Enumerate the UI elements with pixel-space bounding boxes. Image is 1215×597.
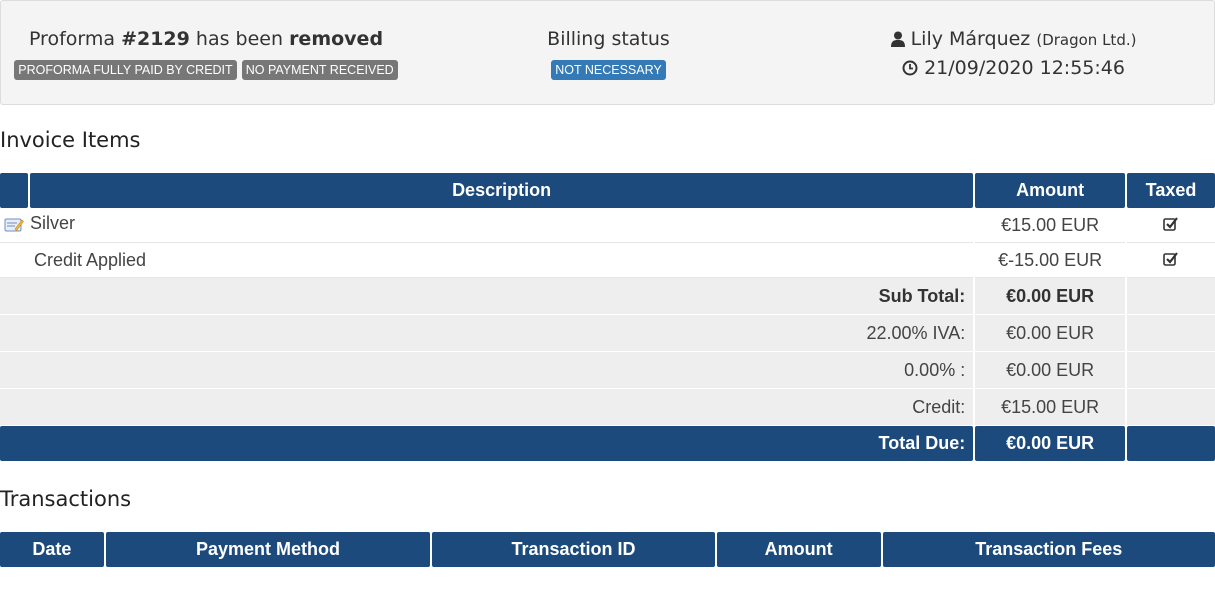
checkbox-checked-icon [1163,250,1179,271]
item-taxed [1127,208,1215,243]
col-header-description: Description [29,173,974,208]
total-due-label: Total Due: [0,426,974,461]
subtotal-row: Sub Total: €0.00 EUR [0,278,1215,315]
tax-zero-label: 0.00% : [0,352,974,389]
transactions-header-row: Date Payment Method Transaction ID Amoun… [0,532,1215,567]
item-amount: €-15.00 EUR [975,243,1126,278]
proforma-status-column: Proforma #2129 has been removed PROFORMA… [1,27,411,80]
invoice-items-table: Description Amount Taxed Silver €15.00 E… [0,173,1215,461]
table-row: Credit Applied €-15.00 EUR [0,243,1215,278]
col-header-taxed: Taxed [1127,173,1215,208]
col-header-transaction-id[interactable]: Transaction ID [432,532,715,567]
badge-paid-by-credit: PROFORMA FULLY PAID BY CREDIT [14,60,237,80]
transactions-title: Transactions [0,487,132,511]
proforma-summary-panel: Proforma #2129 has been removed PROFORMA… [0,0,1215,105]
billing-status-title: Billing status [547,28,670,50]
tax-zero-value: €0.00 EUR [975,352,1126,389]
subtotal-label: Sub Total: [0,278,974,315]
tax-iva-value: €0.00 EUR [975,315,1126,352]
invoice-header-row: Description Amount Taxed [0,173,1215,208]
empty-cell [1127,315,1215,352]
col-header-amount: Amount [975,173,1126,208]
user-name[interactable]: Lily Márquez [911,28,1031,50]
item-description: Silver [30,212,76,233]
total-due-row: Total Due: €0.00 EUR [0,426,1215,461]
credit-value: €15.00 EUR [975,389,1126,426]
item-description-cell: Silver [0,208,974,243]
col-header-icon [0,173,28,208]
proforma-number: #2129 [121,28,190,50]
transactions-table: Date Payment Method Transaction ID Amoun… [0,532,1215,567]
tax-iva-label: 22.00% IVA: [0,315,974,352]
proforma-status-text: Proforma #2129 has been removed [1,27,411,51]
item-description: Credit Applied [0,243,974,278]
tax-row-zero: 0.00% : €0.00 EUR [0,352,1215,389]
col-header-amount[interactable]: Amount [716,532,881,567]
subtotal-value: €0.00 EUR [975,278,1126,315]
datetime: 21/09/2020 12:55:46 [924,57,1125,79]
proforma-action: removed [289,28,384,50]
empty-cell [1127,389,1215,426]
badge-no-payment: NO PAYMENT RECEIVED [241,60,398,80]
billing-status-badge: NOT NECESSARY [551,60,666,80]
proforma-prefix: Proforma [28,28,122,50]
user-icon [890,29,905,53]
company-name: (Dragon Ltd.) [1036,31,1137,49]
empty-cell [1127,426,1215,461]
item-amount: €15.00 EUR [975,208,1126,243]
credit-label: Credit: [0,389,974,426]
col-header-date[interactable]: Date [0,532,104,567]
col-header-payment-method[interactable]: Payment Method [105,532,431,567]
empty-cell [1127,278,1215,315]
billing-status-column: Billing status NOT NECESSARY [406,27,811,80]
datetime-line: 21/09/2020 12:55:46 [811,56,1215,82]
invoice-items-title: Invoice Items [0,128,141,152]
clock-icon [902,58,918,82]
edit-icon[interactable] [4,216,24,238]
tax-row-iva: 22.00% IVA: €0.00 EUR [0,315,1215,352]
col-header-transaction-fees[interactable]: Transaction Fees [882,532,1215,567]
user-info-column: Lily Márquez (Dragon Ltd.) 21/09/2020 12… [811,27,1215,82]
empty-cell [1127,352,1215,389]
proforma-mid-text: has been [189,28,290,50]
table-row: Silver €15.00 EUR [0,208,1215,243]
checkbox-checked-icon [1163,215,1179,236]
user-line: Lily Márquez (Dragon Ltd.) [811,27,1215,53]
total-due-value: €0.00 EUR [975,426,1126,461]
credit-row: Credit: €15.00 EUR [0,389,1215,426]
item-taxed [1127,243,1215,278]
